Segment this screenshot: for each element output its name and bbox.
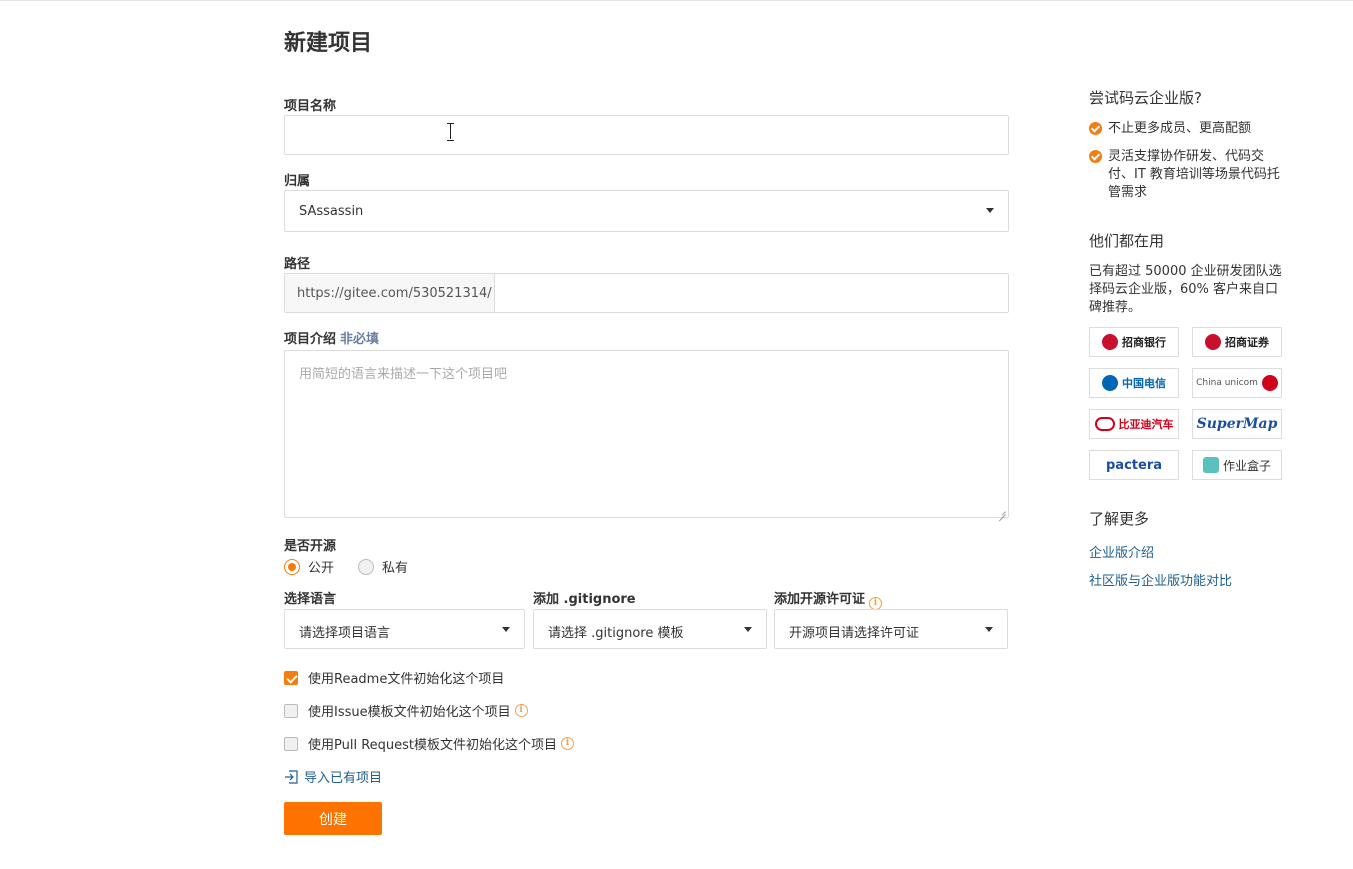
byd-logo-icon — [1094, 417, 1115, 431]
cmb-logo-icon — [1102, 334, 1118, 350]
logo-text: 作业盒子 — [1222, 458, 1271, 473]
logo-zuoyehezi: 作业盒子 — [1192, 450, 1282, 480]
owner-select[interactable]: SAssassin — [284, 190, 1009, 232]
users-title: 他们都在用 — [1089, 232, 1165, 250]
gitignore-select[interactable]: 请选择 .gitignore 模板 — [533, 609, 767, 649]
check-circle-icon — [1089, 122, 1102, 135]
gitignore-label: 添加 .gitignore — [533, 592, 636, 607]
description-label: 项目介绍 非必填 — [284, 328, 379, 347]
cmbs-logo-icon — [1205, 334, 1221, 350]
telecom-logo-icon — [1102, 375, 1118, 391]
info-icon[interactable]: i — [561, 737, 575, 750]
benefit-item: 灵活支撑协作研发、代码交付、IT 教育培训等场景代码托管需求 — [1089, 148, 1289, 202]
radio-public-label: 公开 — [308, 561, 335, 576]
license-select-value: 开源项目请选择许可证 — [789, 626, 920, 641]
check-circle-icon — [1089, 150, 1102, 163]
description-placeholder: 用简短的语言来描述一下这个项目吧 — [299, 367, 508, 382]
radio-private-label: 私有 — [382, 561, 409, 576]
optional-hint: 非必填 — [340, 332, 380, 347]
chevron-down-icon — [986, 208, 994, 213]
path-prefix: https://gitee.com/530521314/ — [285, 274, 495, 312]
issue-template-checkbox-row[interactable]: 使用Issue模板文件初始化这个项目 i — [284, 701, 528, 720]
unicom-logo-icon — [1261, 375, 1278, 391]
issue-template-checkbox-label: 使用Issue模板文件初始化这个项目 — [308, 705, 511, 720]
radio-public[interactable]: 公开 — [284, 557, 334, 576]
owner-select-value: SAssassin — [299, 204, 364, 219]
project-name-input[interactable] — [284, 115, 1009, 155]
logo-cmbsecurities: 招商证券 — [1192, 327, 1282, 357]
chevron-down-icon — [985, 627, 993, 632]
project-name-label: 项目名称 — [284, 99, 337, 114]
top-divider — [0, 0, 1353, 1]
zuoyehezi-logo-icon — [1202, 457, 1219, 473]
text-cursor-icon — [447, 123, 455, 141]
benefit-text: 不止更多成员、更高配额 — [1108, 121, 1252, 136]
description-textarea[interactable]: 用简短的语言来描述一下这个项目吧 — [284, 350, 1009, 518]
logo-text: China unicom — [1196, 378, 1258, 388]
learn-more-title: 了解更多 — [1089, 510, 1150, 528]
users-description: 已有超过 50000 企业研发团队选择码云企业版，60% 客户来自口碑推荐。 — [1089, 264, 1282, 315]
enterprise-intro-link[interactable]: 企业版介绍 — [1089, 542, 1154, 561]
checkbox-checked-icon[interactable] — [284, 670, 298, 685]
logo-pactera: pactera — [1089, 450, 1179, 480]
logo-text: pactera — [1106, 457, 1162, 473]
pr-template-checkbox-row[interactable]: 使用Pull Request模板文件初始化这个项目 i — [284, 734, 575, 753]
benefit-text: 灵活支撑协作研发、代码交付、IT 教育培训等场景代码托管需求 — [1108, 149, 1280, 200]
logo-supermap: SuperMap — [1192, 409, 1282, 439]
logo-text: SuperMap — [1196, 416, 1278, 432]
radio-unchecked-icon — [358, 558, 374, 575]
info-icon[interactable]: i — [514, 704, 528, 717]
visibility-label: 是否开源 — [284, 539, 337, 554]
path-input-group: https://gitee.com/530521314/ — [284, 273, 1009, 313]
checkbox-unchecked-icon[interactable] — [284, 736, 298, 751]
logo-cmb: 招商银行 — [1089, 327, 1179, 357]
logo-china-unicom: China unicom — [1192, 368, 1282, 398]
enterprise-title: 尝试码云企业版? — [1089, 89, 1202, 107]
radio-checked-icon — [284, 558, 300, 575]
license-select[interactable]: 开源项目请选择许可证 — [774, 609, 1008, 649]
path-label: 路径 — [284, 257, 311, 272]
import-project-link[interactable]: 导入已有项目 — [284, 767, 382, 786]
customer-logo-grid: 招商银行 招商证券 中国电信 China unicom 比亚迪汽车 SuperM… — [1089, 327, 1283, 480]
readme-checkbox-row[interactable]: 使用Readme文件初始化这个项目 — [284, 668, 504, 687]
resize-handle-icon[interactable] — [997, 506, 1006, 515]
radio-private[interactable]: 私有 — [358, 557, 408, 576]
chevron-down-icon — [744, 627, 752, 632]
logo-china-telecom: 中国电信 — [1089, 368, 1179, 398]
logo-text: 比亚迪汽车 — [1118, 418, 1174, 431]
language-select[interactable]: 请选择项目语言 — [284, 609, 525, 649]
readme-checkbox-label: 使用Readme文件初始化这个项目 — [308, 672, 505, 687]
gitignore-select-value: 请选择 .gitignore 模板 — [548, 626, 684, 641]
import-project-label: 导入已有项目 — [304, 771, 383, 786]
edition-compare-link[interactable]: 社区版与企业版功能对比 — [1089, 570, 1232, 589]
logo-byd: 比亚迪汽车 — [1089, 409, 1179, 439]
checkbox-unchecked-icon[interactable] — [284, 703, 298, 718]
path-input[interactable] — [496, 274, 1008, 312]
import-icon — [285, 769, 298, 784]
language-select-value: 请选择项目语言 — [299, 626, 391, 641]
language-label: 选择语言 — [284, 592, 337, 607]
description-label-text: 项目介绍 — [284, 332, 337, 347]
logo-text: 招商证券 — [1225, 336, 1269, 349]
pr-template-checkbox-label: 使用Pull Request模板文件初始化这个项目 — [308, 738, 558, 753]
logo-text: 中国电信 — [1122, 377, 1166, 390]
logo-text: 招商银行 — [1122, 336, 1166, 349]
create-button[interactable]: 创建 — [284, 802, 382, 835]
owner-label: 归属 — [284, 174, 311, 189]
chevron-down-icon — [502, 627, 510, 632]
benefit-item: 不止更多成员、更高配额 — [1089, 120, 1289, 138]
license-label: 添加开源许可证 i — [774, 588, 883, 610]
license-label-text: 添加开源许可证 — [774, 592, 866, 607]
page-title: 新建项目 — [284, 31, 373, 56]
